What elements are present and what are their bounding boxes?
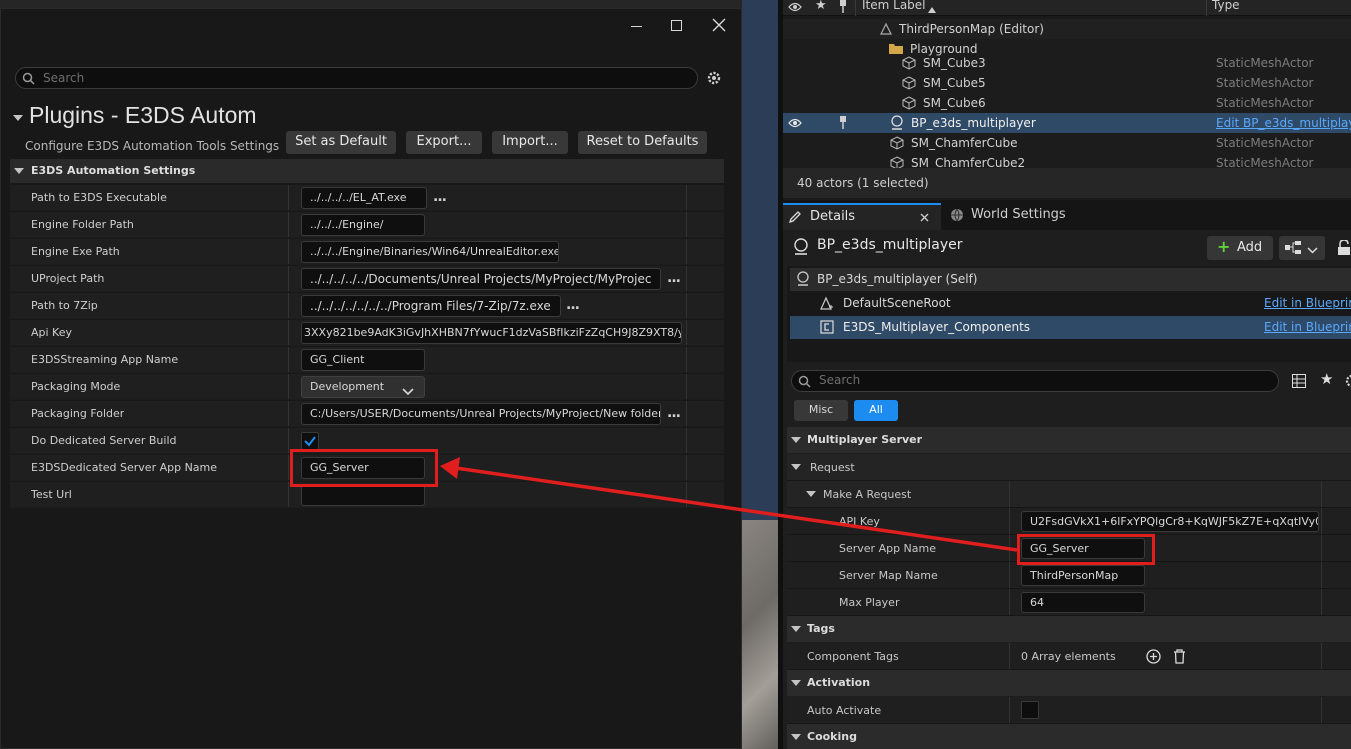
annotation-arrow [440, 457, 1018, 552]
